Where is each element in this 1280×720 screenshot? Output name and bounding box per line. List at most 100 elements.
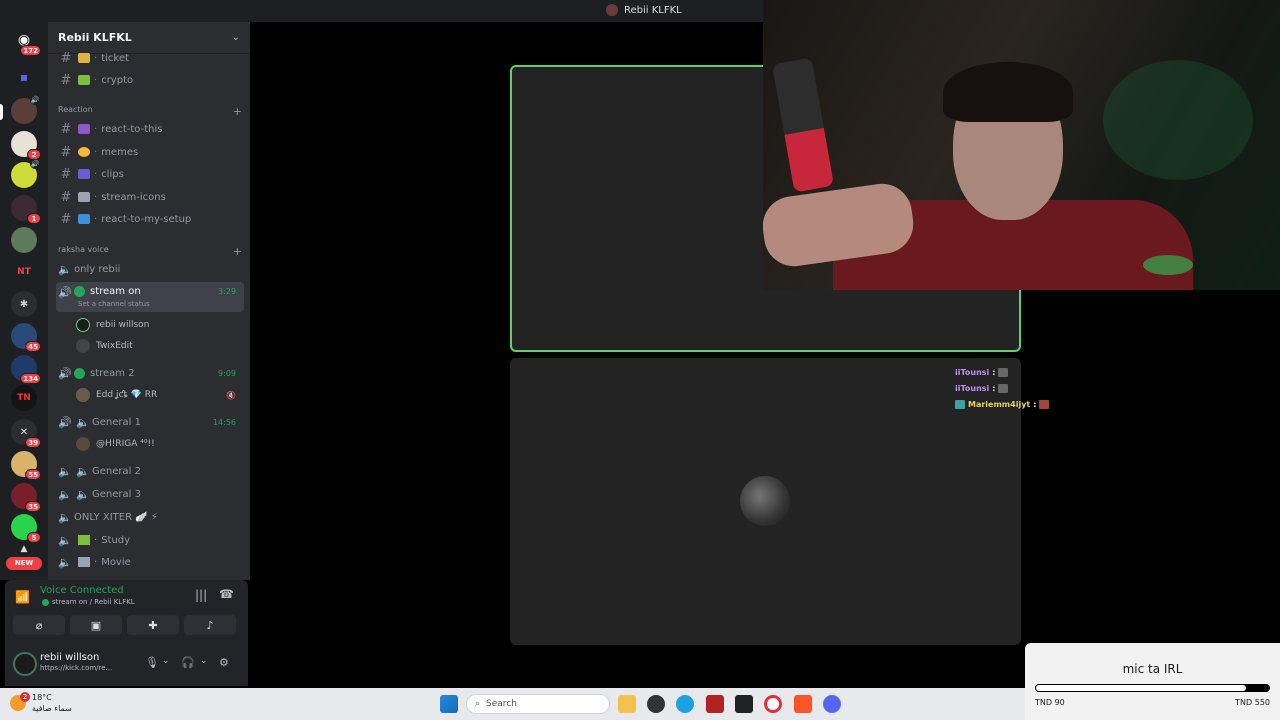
speaker-icon: 🔈 [58, 464, 72, 478]
server-icon-tn[interactable]: TN [11, 385, 37, 411]
voice-member[interactable]: rebii willson [76, 316, 244, 334]
channel-react-to-this[interactable]: # · react-to-this [56, 119, 244, 139]
voicemeeter-icon[interactable] [706, 695, 724, 713]
weather-widget[interactable]: 2 18°C سماء صافية [10, 692, 72, 714]
obs-icon[interactable] [647, 695, 665, 713]
channel-label: ticket [101, 52, 129, 64]
edge-icon[interactable] [676, 695, 694, 713]
server-icon-6[interactable]: NT [11, 259, 37, 285]
voice-channel-stream-2[interactable]: 🔊 stream 2 9:09 [56, 363, 244, 383]
voice-channel-only-rebii[interactable]: 🔈 only rebii [56, 259, 244, 279]
server-badge: 5 [27, 532, 41, 543]
voice-member[interactable]: TwixEdit [76, 337, 244, 355]
channel-ticket[interactable]: # · ticket [56, 48, 244, 68]
guild-avatar-icon [606, 4, 618, 16]
category-reaction[interactable]: Reaction + [58, 105, 242, 118]
weather-badge: 2 [20, 692, 30, 702]
channel-label: General 3 [92, 488, 141, 500]
voice-member[interactable]: Edd ʝƈȶ 💎 RR 🔇 [76, 386, 244, 404]
capcut-icon[interactable] [735, 695, 753, 713]
channel-clips[interactable]: # · clips [56, 164, 244, 184]
muted-deafened-icon: 🔇 [226, 390, 236, 400]
server-icon-14[interactable]: 5 [11, 514, 41, 543]
avatar [76, 339, 90, 353]
chat-emote-icon [998, 383, 1009, 393]
voice-channel-movie[interactable]: 🔈 · Movie [56, 552, 244, 572]
noise-suppression-icon[interactable]: ||| [195, 588, 207, 602]
headphones-icon[interactable]: 🎧 [181, 656, 195, 669]
weather-condition: سماء صافية [32, 704, 72, 713]
channel-label: ONLY XITER 🪽 ⚡ [74, 511, 158, 523]
new-badge: NEW [6, 557, 42, 570]
microphone-prop [772, 57, 834, 193]
channel-crypto[interactable]: # · crypto [56, 70, 244, 90]
signal-icon[interactable]: 📶 [15, 590, 30, 604]
brave-icon[interactable] [794, 695, 812, 713]
server-icon-13[interactable]: 35 [11, 483, 41, 512]
screen-share-icon: ▣ [90, 618, 102, 632]
user-name[interactable]: rebii willson [40, 652, 99, 663]
server-icon-5[interactable] [11, 227, 37, 253]
server-icon-4[interactable]: 1 [11, 195, 41, 224]
file-explorer-icon[interactable] [618, 695, 636, 713]
server-icon-rebii[interactable]: 🔊 [11, 95, 40, 124]
server-icon-15[interactable]: ▲ [11, 542, 37, 556]
soundboard-button[interactable]: ♪ [184, 615, 236, 635]
channel-timer: 3:29 [218, 287, 236, 296]
channel-label: react-to-my-setup [101, 213, 192, 225]
folder-icon[interactable]: ▪ [11, 64, 37, 90]
user-status: https://kick.com/re... [40, 664, 113, 672]
server-icon-11[interactable]: ✕ 39 [11, 419, 41, 448]
speaker-icon: 🔊 [30, 159, 40, 169]
server-icon-12[interactable]: 55 [11, 451, 41, 480]
server-icon-2[interactable]: 2 [11, 131, 41, 160]
channel-status-prompt[interactable]: Set a channel status [78, 300, 150, 308]
channel-memes[interactable]: # · memes [56, 142, 244, 162]
home-badge: 172 [20, 45, 41, 56]
disconnect-icon[interactable]: ☎ [219, 587, 234, 601]
server-icon-9[interactable]: 134 [11, 355, 41, 384]
window-title: Rebii KLFKL [606, 4, 682, 16]
voice-connected-title[interactable]: Voice Connected [40, 585, 124, 596]
voice-member[interactable]: @H!RIGA ⁴⁰!! [76, 435, 244, 453]
server-icon-8[interactable]: 45 [11, 323, 41, 352]
window-title-text: Rebii KLFKL [624, 4, 682, 16]
channel-emoji-icon [78, 557, 90, 567]
channel-react-to-my-setup[interactable]: # · react-to-my-setup [56, 209, 244, 229]
title-bar: Rebii KLFKL [0, 0, 763, 22]
voice-connected-subtitle[interactable]: stream on / Rebii KLFKL [52, 598, 135, 606]
camera-off-button[interactable]: ⌀ [13, 615, 65, 635]
voice-channel-study[interactable]: 🔈 · Study [56, 530, 244, 550]
chat-emote-icon [998, 367, 1009, 377]
speaker-secondary-icon: 🔈 [76, 487, 90, 501]
avatar [76, 388, 90, 402]
avatar[interactable] [13, 652, 37, 676]
voice-channel-only-xiter[interactable]: 🔈 ONLY XITER 🪽 ⚡ [56, 507, 244, 527]
gear-icon[interactable]: ⚙ [219, 656, 229, 669]
channel-stream-icons[interactable]: # · stream-icons [56, 187, 244, 207]
screen-share-button[interactable]: ▣ [70, 615, 122, 635]
discord-icon[interactable] [823, 695, 841, 713]
microphone-icon[interactable]: 🎙 [145, 656, 159, 669]
home-button[interactable]: ◉ 172 [11, 27, 41, 56]
windows-start-icon[interactable] [440, 695, 458, 713]
channel-label: react-to-this [101, 123, 163, 135]
voice-channel-stream-on[interactable]: 🔊 stream on 3:29 Set a channel status [56, 282, 244, 312]
voice-channel-general-2[interactable]: 🔈 🔈 General 2 [56, 461, 244, 481]
category-voice[interactable]: raksha voice + [58, 245, 242, 258]
chat-message: Mariemm4ijyt : [955, 396, 1050, 412]
opera-icon[interactable] [764, 695, 782, 713]
add-channel-icon[interactable]: + [233, 105, 242, 118]
server-icon-3[interactable]: 🔊 [11, 159, 40, 188]
activities-button[interactable]: ✚ [127, 615, 179, 635]
server-badge: 55 [25, 469, 41, 480]
server-icon-7[interactable]: ✱ [11, 291, 37, 317]
speaker-icon: 🔈 [58, 533, 72, 547]
chevron-down-icon[interactable]: ⌄ [200, 656, 208, 666]
voice-channel-general-1[interactable]: 🔊 🔈 General 1 14:56 [56, 412, 244, 432]
add-channel-icon[interactable]: + [233, 245, 242, 258]
chevron-down-icon[interactable]: ⌄ [162, 656, 170, 666]
video-tile[interactable] [510, 358, 1021, 645]
search-input[interactable]: ⌕ Search [466, 694, 610, 714]
voice-channel-general-3[interactable]: 🔈 🔈 General 3 [56, 484, 244, 504]
